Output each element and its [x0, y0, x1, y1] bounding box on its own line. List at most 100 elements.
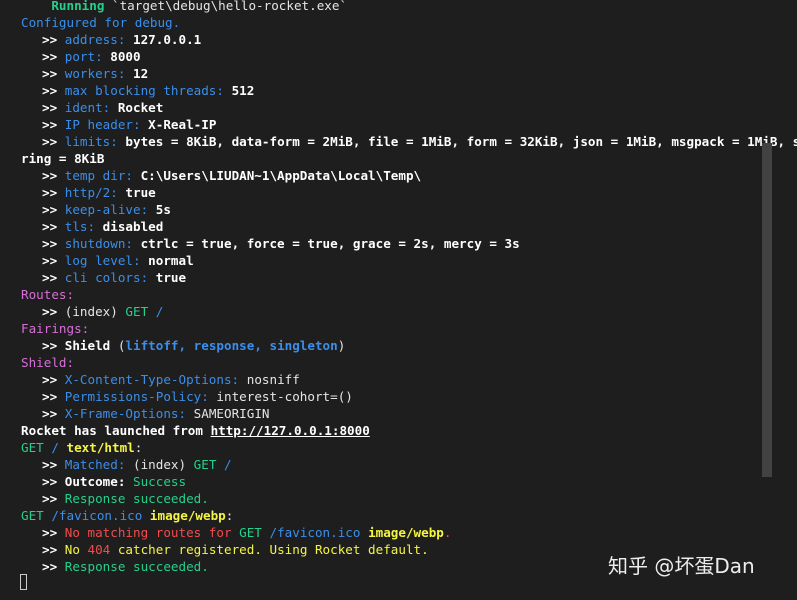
terminal-text-segment: GET: [21, 440, 52, 455]
terminal-text-segment: >>: [42, 270, 65, 285]
terminal-line: Routes:: [21, 286, 74, 303]
terminal-text-segment: Shield:: [21, 355, 75, 370]
terminal-text-segment: >>: [42, 491, 65, 506]
terminal-line: >> keep-alive: 5s: [42, 201, 171, 218]
terminal-text-segment: Rocket: [117, 100, 164, 115]
terminal-text-segment: GET: [193, 457, 225, 472]
terminal-text-segment: (index): [64, 304, 126, 319]
terminal-line: >> Response succeeded.: [42, 490, 209, 507]
terminal-line: >> tls: disabled: [42, 218, 163, 235]
terminal-line: Fairings:: [21, 320, 89, 337]
terminal-text-segment: 8000: [110, 49, 141, 64]
terminal-text-segment: >>: [42, 236, 65, 251]
terminal-text-segment: 127.0.0.1: [133, 32, 202, 47]
terminal-text-segment: normal: [148, 253, 194, 268]
watermark-text: 知乎 @坏蛋Dan: [608, 554, 755, 578]
terminal-text-segment: http://127.0.0.1:8000: [210, 423, 370, 438]
terminal-text-segment: >>: [42, 134, 65, 149]
terminal-text-segment: Permissions-Policy:: [64, 389, 217, 404]
terminal-text-segment: :: [134, 440, 143, 455]
terminal-text-segment: >>: [42, 168, 65, 183]
terminal-line: Shield:: [21, 354, 74, 371]
terminal-line: >> No 404 catcher registered. Using Rock…: [42, 541, 429, 558]
terminal-text-segment: .: [443, 525, 452, 540]
terminal-text-segment: workers:: [64, 66, 133, 81]
terminal-text-segment: >>: [42, 100, 65, 115]
terminal-text-segment: >>: [42, 304, 65, 319]
terminal-text-segment: X-Content-Type-Options:: [64, 372, 247, 387]
terminal-text-segment: /favicon.ico: [51, 508, 150, 523]
terminal-text-segment: >>: [42, 66, 65, 81]
terminal-text-segment: >>: [42, 49, 65, 64]
terminal-text-segment: `target\debug\hello-rocket.exe`: [112, 0, 348, 13]
terminal-text-segment: GET: [125, 304, 156, 319]
terminal-text-segment: Response succeeded.: [64, 491, 209, 506]
terminal-text-segment: >>: [42, 83, 65, 98]
terminal-output[interactable]: Running `target\debug\hello-rocket.exe` C…: [0, 0, 797, 600]
terminal-text-segment: Success: [133, 474, 187, 489]
terminal-text-segment: nosniff: [246, 372, 300, 387]
terminal-text-segment: >>: [42, 525, 65, 540]
terminal-text-segment: temp dir:: [64, 168, 141, 183]
terminal-line: >> X-Frame-Options: SAMEORIGIN: [42, 405, 269, 422]
terminal-line: >> shutdown: ctrlc = true, force = true,…: [42, 235, 520, 252]
terminal-text-segment: :: [225, 508, 234, 523]
terminal-line: >> Permissions-Policy: interest-cohort=(…: [42, 388, 353, 405]
terminal-text-segment: 404: [87, 542, 118, 557]
terminal-line: GET / text/html:: [21, 439, 142, 456]
terminal-text-segment: ): [337, 338, 346, 353]
terminal-text-segment: limits:: [64, 134, 126, 149]
terminal-text-segment: Response succeeded.: [64, 559, 209, 574]
terminal-text-segment: >>: [42, 457, 65, 472]
terminal-text-segment: SAMEORIGIN: [193, 406, 270, 421]
terminal-text-segment: >>: [42, 219, 65, 234]
terminal-text-segment: Outcome:: [64, 474, 133, 489]
scrollbar-thumb[interactable]: [762, 143, 772, 477]
terminal-line: Running `target\debug\hello-rocket.exe`: [21, 0, 347, 14]
terminal-text-segment: image/webp: [149, 508, 226, 523]
terminal-text-segment: >>: [42, 253, 65, 268]
terminal-text-segment: >>: [42, 542, 65, 557]
terminal-text-segment: /favicon.ico: [269, 525, 369, 540]
terminal-text-segment: /: [51, 440, 67, 455]
terminal-text-segment: >>: [42, 372, 65, 387]
terminal-text-segment: liftoff, response, singleton: [125, 338, 338, 353]
terminal-text-segment: >>: [42, 338, 65, 353]
terminal-text-segment: Fairings:: [21, 321, 90, 336]
terminal-line: >> port: 8000: [42, 48, 141, 65]
terminal-text-segment: tls:: [64, 219, 103, 234]
terminal-text-segment: /: [224, 457, 232, 472]
terminal-text-segment: >>: [42, 406, 65, 421]
terminal-text-segment: image/webp: [368, 525, 444, 540]
terminal-line: >> Response succeeded.: [42, 558, 209, 575]
terminal-line: >> limits: bytes = 8KiB, data-form = 2Mi…: [42, 133, 797, 150]
terminal-text-segment: Matched:: [64, 457, 133, 472]
terminal-line: >> address: 127.0.0.1: [42, 31, 201, 48]
terminal-text-segment: No: [64, 542, 88, 557]
terminal-text-segment: No matching routes for: [64, 525, 240, 540]
terminal-text-segment: address:: [64, 32, 133, 47]
terminal-text-segment: /: [155, 304, 164, 319]
terminal-text-segment: IP header:: [64, 117, 149, 132]
terminal-cursor: [20, 574, 27, 590]
terminal-text-segment: X-Frame-Options:: [64, 406, 194, 421]
terminal-line: >> Matched: (index) GET /: [42, 456, 232, 473]
terminal-text-segment: >>: [42, 185, 65, 200]
terminal-text-segment: catcher registered. Using Rocket default…: [117, 542, 429, 557]
terminal-line: >> temp dir: C:\Users\LIUDAN~1\AppData\L…: [42, 167, 421, 184]
terminal-text-segment: Running: [21, 0, 112, 13]
terminal-line: >> ident: Rocket: [42, 99, 163, 116]
terminal-text-segment: >>: [42, 559, 65, 574]
terminal-line: >> cli colors: true: [42, 269, 186, 286]
terminal-line: >> http/2: true: [42, 184, 156, 201]
terminal-text-segment: X-Real-IP: [148, 117, 217, 132]
terminal-line: >> max blocking threads: 512: [42, 82, 254, 99]
terminal-text-segment: >>: [42, 117, 65, 132]
terminal-text-segment: ident:: [64, 100, 118, 115]
terminal-text-segment: port:: [64, 49, 111, 64]
terminal-text-segment: shutdown:: [64, 236, 141, 251]
terminal-text-segment: interest-cohort=(): [216, 389, 353, 404]
terminal-text-segment: Shield: [64, 338, 118, 353]
terminal-text-segment: cli colors:: [64, 270, 156, 285]
terminal-text-segment: max blocking threads:: [64, 83, 232, 98]
